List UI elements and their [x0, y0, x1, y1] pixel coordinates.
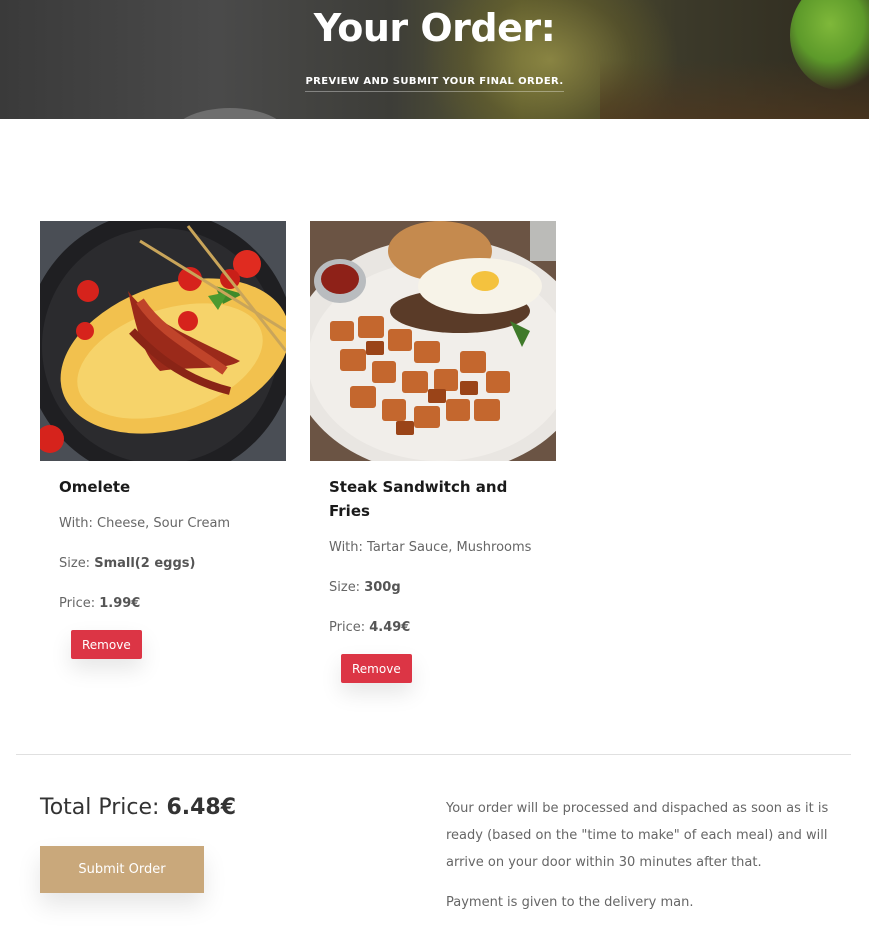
item-size-label: Size:: [59, 556, 91, 571]
item-name: Omelete: [59, 478, 131, 496]
total-price: Total Price: 6.48€: [40, 795, 236, 820]
item-extras-value: Tartar Sauce, Mushrooms: [367, 540, 532, 555]
submit-order-button[interactable]: Submit Order: [40, 846, 204, 893]
item-size-label: Size:: [329, 580, 361, 595]
item-price: Price: 1.99€: [59, 590, 267, 617]
payment-note-text: Payment is given to the delivery man.: [446, 895, 694, 910]
item-size: Size: 300g: [329, 574, 537, 601]
remove-item-button[interactable]: Remove: [71, 630, 142, 659]
steak-sandwich-photo-image: [310, 221, 556, 461]
item-price-label: Price:: [329, 620, 366, 635]
page-subtitle-wrap: PREVIEW AND SUBMIT YOUR FINAL ORDER.: [0, 69, 869, 92]
item-size-value: 300g: [364, 580, 401, 595]
omelete-photo: [40, 221, 286, 461]
item-extras-label: With:: [329, 540, 363, 555]
total-price-value: 6.48€: [166, 795, 237, 820]
delivery-note-text: Your order will be processed and dispach…: [446, 801, 829, 870]
item-name: Steak Sandwitch and Fries: [329, 478, 508, 520]
item-size: Size: Small(2 eggs): [59, 550, 267, 577]
item-price-value: 1.99€: [99, 596, 141, 611]
item-price-value: 4.49€: [369, 620, 411, 635]
steak-sandwich-photo: [310, 221, 556, 461]
order-item-card: Omelete With: Cheese, Sour Cream Size: S…: [40, 221, 286, 659]
item-extras-value: Cheese, Sour Cream: [97, 516, 231, 531]
remove-item-button[interactable]: Remove: [341, 654, 412, 683]
omelete-photo-image: [40, 221, 286, 461]
page-hero-banner: Your Order: PREVIEW AND SUBMIT YOUR FINA…: [0, 0, 869, 119]
hero-background-plate: [170, 108, 290, 119]
page-title: Your Order:: [313, 6, 556, 50]
order-item-card: Steak Sandwitch and Fries With: Tartar S…: [310, 221, 556, 683]
total-price-label: Total Price:: [40, 795, 160, 820]
item-extras-label: With:: [59, 516, 93, 531]
delivery-note: Your order will be processed and dispach…: [446, 795, 836, 916]
item-extras: With: Tartar Sauce, Mushrooms: [329, 534, 537, 561]
item-price-label: Price:: [59, 596, 96, 611]
page-subtitle: PREVIEW AND SUBMIT YOUR FINAL ORDER.: [305, 76, 564, 92]
item-size-value: Small(2 eggs): [94, 556, 196, 571]
item-price: Price: 4.49€: [329, 614, 537, 641]
section-divider: [16, 754, 851, 755]
order-item-info: Steak Sandwitch and Fries With: Tartar S…: [310, 475, 556, 683]
item-extras: With: Cheese, Sour Cream: [59, 510, 267, 537]
order-item-info: Omelete With: Cheese, Sour Cream Size: S…: [40, 475, 286, 659]
